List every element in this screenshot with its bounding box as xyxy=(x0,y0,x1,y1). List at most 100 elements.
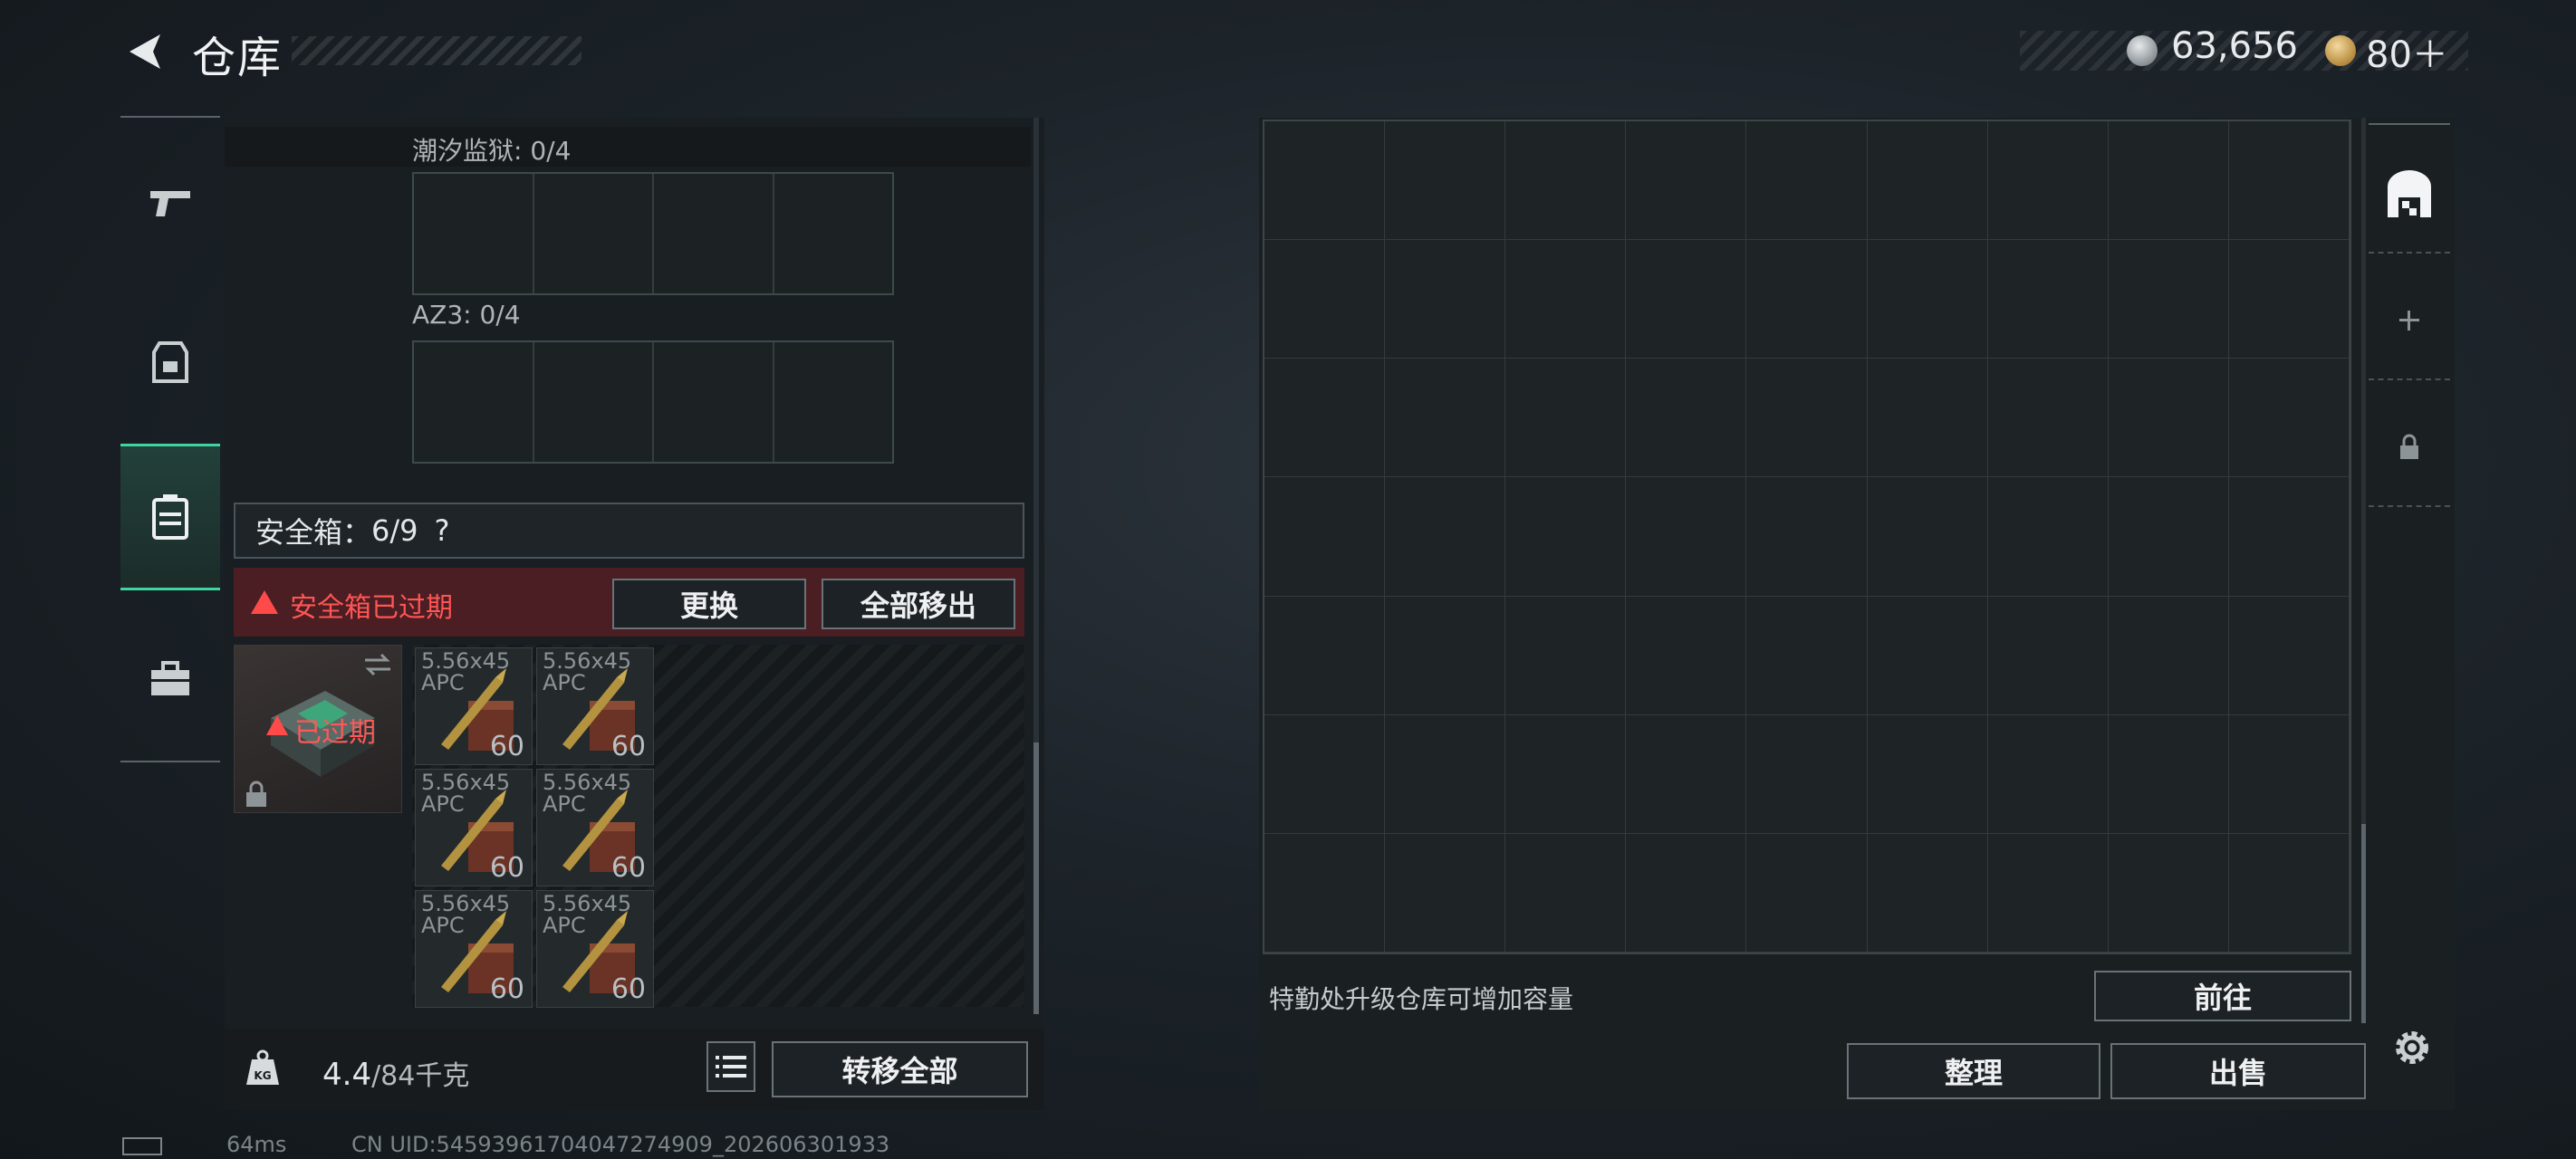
storage-cell[interactable] xyxy=(2228,596,2350,715)
storage-cell[interactable] xyxy=(1746,359,1868,478)
storage-cell[interactable] xyxy=(1867,477,1988,597)
storage-cell[interactable] xyxy=(1867,596,1988,715)
storage-cell[interactable] xyxy=(1746,833,1868,953)
ammo-item[interactable]: 5.56x45 APC 60 xyxy=(536,647,654,765)
ammo-item[interactable]: 5.56x45 APC 60 xyxy=(415,769,533,886)
gold-currency-value[interactable]: 80＋ xyxy=(2366,25,2448,78)
safebox-capacity: 6/9 xyxy=(371,513,418,548)
storage-cell[interactable] xyxy=(1987,596,2109,715)
ammo-item[interactable]: 5.56x45 APC 60 xyxy=(536,890,654,1008)
storage-cell[interactable] xyxy=(1505,714,1627,834)
storage-cell[interactable] xyxy=(1626,359,1747,478)
sort-button[interactable]: 整理 xyxy=(1847,1043,2100,1099)
uid-text: CN UID:54593961704047274909_202606301933 xyxy=(351,1132,890,1157)
sidebar-item-backpack[interactable] xyxy=(120,444,220,590)
silver-currency-value: 63,656 xyxy=(2171,25,2298,67)
storage-cell[interactable] xyxy=(1385,477,1506,597)
storage-scroll-thumb[interactable] xyxy=(2361,824,2366,1023)
settings-gear-icon[interactable] xyxy=(2389,1025,2435,1070)
goto-button[interactable]: 前往 xyxy=(2094,971,2351,1021)
storage-cell[interactable] xyxy=(1264,240,1386,359)
sidebar-item-armor[interactable] xyxy=(120,312,220,412)
storage-cell[interactable] xyxy=(2228,477,2350,597)
tab-storage-main[interactable] xyxy=(2369,136,2450,254)
back-arrow-icon[interactable] xyxy=(122,29,168,74)
storage-cell[interactable] xyxy=(1264,359,1386,478)
storage-cell[interactable] xyxy=(1987,240,2109,359)
storage-cell[interactable] xyxy=(1505,121,1627,241)
storage-cell[interactable] xyxy=(2108,240,2229,359)
storage-cell[interactable] xyxy=(1867,833,1988,953)
storage-cell[interactable] xyxy=(1626,833,1747,953)
replace-button[interactable]: 更换 xyxy=(612,579,806,629)
storage-cell[interactable] xyxy=(1385,121,1506,241)
storage-cell[interactable] xyxy=(1385,596,1506,715)
storage-cell[interactable] xyxy=(2108,477,2229,597)
storage-cell[interactable] xyxy=(1867,121,1988,241)
ammo-item[interactable]: 5.56x45 APC 60 xyxy=(415,890,533,1008)
tab-add-storage[interactable] xyxy=(2369,263,2450,380)
tab-locked-storage[interactable] xyxy=(2369,389,2450,507)
storage-cell[interactable] xyxy=(1385,240,1506,359)
ammo-count: 60 xyxy=(610,731,646,762)
storage-cell[interactable] xyxy=(1505,833,1627,953)
storage-cell[interactable] xyxy=(1746,596,1868,715)
slot-grid-tidal-prison[interactable] xyxy=(412,172,894,295)
lock-icon xyxy=(246,781,266,807)
storage-cell[interactable] xyxy=(1746,240,1868,359)
sell-button[interactable]: 出售 xyxy=(2110,1043,2366,1099)
sidebar-item-toolbox[interactable] xyxy=(120,629,220,729)
storage-cell[interactable] xyxy=(2228,714,2350,834)
storage-cell[interactable] xyxy=(1746,477,1868,597)
storage-grid[interactable] xyxy=(1263,120,2351,954)
storage-cell[interactable] xyxy=(1867,240,1988,359)
storage-cell[interactable] xyxy=(2108,359,2229,478)
storage-cell[interactable] xyxy=(1867,714,1988,834)
transfer-all-button[interactable]: 转移全部 xyxy=(772,1041,1028,1097)
storage-cell[interactable] xyxy=(1505,240,1627,359)
storage-cell[interactable] xyxy=(1505,596,1627,715)
storage-cell[interactable] xyxy=(1987,359,2109,478)
remove-all-button[interactable]: 全部移出 xyxy=(822,579,1015,629)
loadout-scroll-thumb[interactable] xyxy=(1033,742,1039,1014)
storage-cell[interactable] xyxy=(1987,833,2109,953)
storage-cell[interactable] xyxy=(1264,121,1386,241)
storage-cell[interactable] xyxy=(1385,833,1506,953)
swap-icon[interactable] xyxy=(361,651,394,678)
list-view-button[interactable] xyxy=(706,1041,755,1092)
safebox-help-button[interactable]: ? xyxy=(435,513,450,548)
storage-cell[interactable] xyxy=(1505,477,1627,597)
storage-cell[interactable] xyxy=(1264,477,1386,597)
storage-cell[interactable] xyxy=(2228,359,2350,478)
storage-cell[interactable] xyxy=(1746,714,1868,834)
storage-cell[interactable] xyxy=(2108,121,2229,241)
storage-cell[interactable] xyxy=(1987,121,2109,241)
storage-cell[interactable] xyxy=(2108,714,2229,834)
storage-cell[interactable] xyxy=(1626,240,1747,359)
storage-cell[interactable] xyxy=(1746,121,1868,241)
storage-cell[interactable] xyxy=(2228,833,2350,953)
storage-cell[interactable] xyxy=(1264,833,1386,953)
storage-cell[interactable] xyxy=(2108,596,2229,715)
storage-cell[interactable] xyxy=(1867,359,1988,478)
storage-cell[interactable] xyxy=(1987,714,2109,834)
ammo-item[interactable]: 5.56x45 APC 60 xyxy=(415,647,533,765)
storage-cell[interactable] xyxy=(2108,833,2229,953)
storage-cell[interactable] xyxy=(2228,121,2350,241)
battery-icon xyxy=(122,1137,162,1155)
storage-cell[interactable] xyxy=(2228,240,2350,359)
slot-grid-az3[interactable] xyxy=(412,340,894,464)
storage-cell[interactable] xyxy=(1626,714,1747,834)
storage-cell[interactable] xyxy=(1626,596,1747,715)
storage-cell[interactable] xyxy=(1264,714,1386,834)
ammo-item[interactable]: 5.56x45 APC 60 xyxy=(536,769,654,886)
storage-cell[interactable] xyxy=(1385,359,1506,478)
storage-cell[interactable] xyxy=(1505,359,1627,478)
storage-cell[interactable] xyxy=(1385,714,1506,834)
ammo-count: 60 xyxy=(489,852,524,884)
sidebar-item-weapons[interactable] xyxy=(120,154,220,254)
storage-cell[interactable] xyxy=(1987,477,2109,597)
storage-cell[interactable] xyxy=(1626,477,1747,597)
storage-cell[interactable] xyxy=(1264,596,1386,715)
storage-cell[interactable] xyxy=(1626,121,1747,241)
